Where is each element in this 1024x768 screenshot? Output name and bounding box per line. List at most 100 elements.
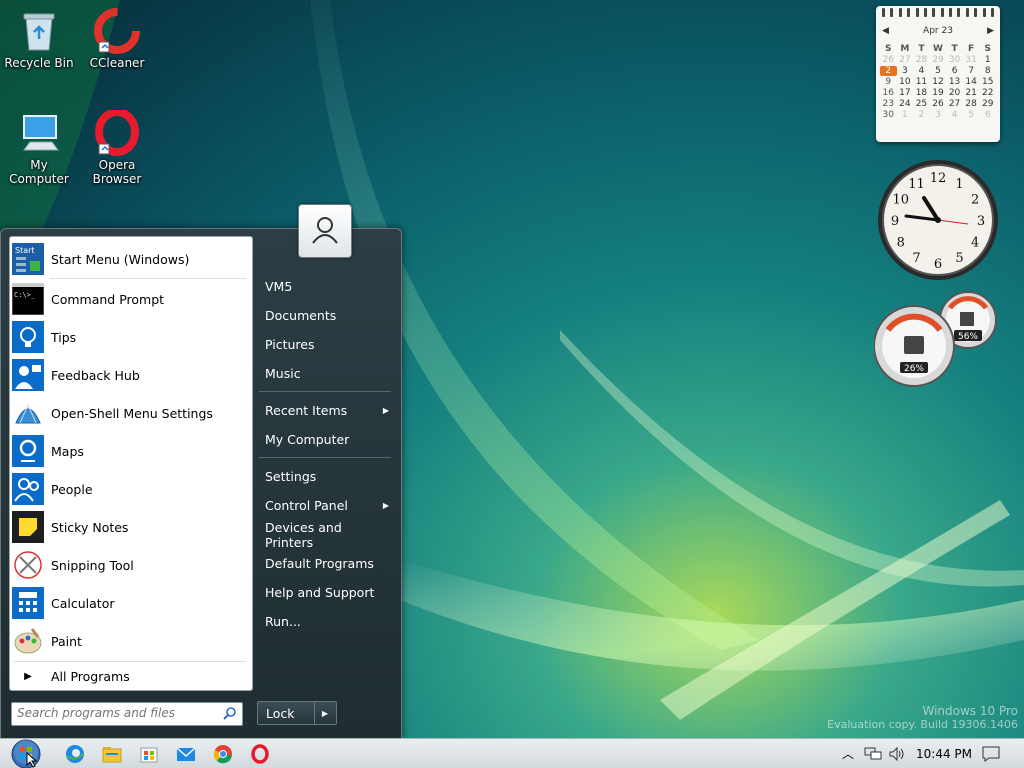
chrome-icon[interactable] — [213, 744, 233, 764]
volume-icon[interactable] — [888, 746, 906, 762]
calendar-day[interactable]: 27 — [897, 55, 914, 65]
show-hidden-icons-icon[interactable]: ︿ — [842, 745, 854, 762]
right-item-my-computer[interactable]: My Computer — [257, 426, 391, 453]
calendar-day[interactable]: 1 — [897, 110, 914, 120]
right-item-settings[interactable]: Settings — [257, 463, 391, 490]
calendar-day[interactable]: 7 — [963, 66, 980, 76]
calendar-day[interactable]: 30 — [946, 55, 963, 65]
calendar-gadget[interactable]: ◀ Apr 23 ▶ S M T W T F S 26 27 28 29 30 31 1 2 3 4 5 6 7 8 9 1… — [876, 6, 1000, 142]
expand-arrow-icon: ▶ — [24, 670, 32, 682]
right-item-recent-items[interactable]: Recent Items ▶ — [257, 397, 391, 424]
desktop-icon-opera[interactable]: Opera Browser — [78, 108, 156, 186]
file-explorer-icon[interactable] — [102, 744, 122, 764]
calendar-day[interactable]: 29 — [930, 55, 947, 65]
search-icon[interactable] — [223, 706, 237, 723]
right-item-devices-printers[interactable]: Devices and Printers — [257, 520, 391, 550]
clock-time[interactable]: 10:44 PM — [916, 747, 972, 761]
search-input[interactable] — [12, 703, 213, 723]
calendar-day[interactable]: 27 — [946, 99, 963, 109]
prev-month-icon[interactable]: ◀ — [882, 26, 889, 40]
right-item-control-panel[interactable]: Control Panel ▶ — [257, 492, 391, 519]
calendar-day[interactable]: 15 — [979, 77, 996, 87]
program-sticky-notes[interactable]: Sticky Notes — [12, 509, 248, 545]
edge-icon[interactable] — [65, 744, 85, 764]
program-tips[interactable]: Tips — [12, 319, 248, 355]
calendar-day[interactable]: 26 — [930, 99, 947, 109]
right-item-documents[interactable]: Documents — [257, 302, 391, 329]
next-month-icon[interactable]: ▶ — [987, 26, 994, 40]
calendar-day[interactable]: 14 — [963, 77, 980, 87]
program-open-shell-settings[interactable]: Open-Shell Menu Settings — [12, 395, 248, 431]
program-start-menu-windows[interactable]: Start Start Menu (Windows) — [12, 241, 248, 277]
clock-gadget[interactable]: 12 12 3 45678 9 1011 — [876, 158, 1000, 282]
recycle-bin-icon — [16, 8, 62, 54]
desktop-icon-recycle-bin[interactable]: Recycle Bin — [0, 8, 78, 70]
opera-icon[interactable] — [250, 744, 270, 764]
network-icon[interactable] — [864, 747, 882, 761]
calendar-day[interactable]: 4 — [946, 110, 963, 120]
desktop-icon-my-computer[interactable]: My Computer — [0, 110, 78, 186]
calendar-day[interactable]: 2 — [880, 66, 897, 76]
program-label: Open-Shell Menu Settings — [51, 405, 213, 421]
calendar-day[interactable]: 25 — [913, 99, 930, 109]
calendar-day[interactable]: 6 — [979, 110, 996, 120]
program-command-prompt[interactable]: C:\>_ Command Prompt — [11, 281, 248, 317]
search-box[interactable] — [11, 702, 243, 726]
calendar-day[interactable]: 3 — [897, 66, 914, 76]
mail-icon[interactable] — [176, 744, 196, 764]
program-maps[interactable]: Maps — [12, 433, 248, 469]
calendar-day[interactable]: 18 — [913, 88, 930, 98]
calendar-day[interactable]: 4 — [913, 66, 930, 76]
calendar-day[interactable]: 2 — [913, 110, 930, 120]
program-calculator[interactable]: Calculator — [12, 585, 248, 621]
snipping-tool-icon — [12, 549, 44, 581]
right-item-pictures[interactable]: Pictures — [257, 331, 391, 358]
calendar-day[interactable]: 3 — [930, 110, 947, 120]
calendar-day[interactable]: 21 — [963, 88, 980, 98]
calendar-day[interactable]: 12 — [930, 77, 947, 87]
calendar-day[interactable]: 28 — [913, 55, 930, 65]
right-item-user[interactable]: VM5 — [257, 273, 391, 300]
calendar-day[interactable]: 26 — [880, 55, 897, 65]
notifications-icon[interactable] — [982, 746, 1000, 762]
desktop-icon-ccleaner[interactable]: CCleaner — [78, 8, 156, 70]
calendar-day[interactable]: 23 — [880, 99, 897, 109]
all-programs-item[interactable]: ▶ All Programs — [12, 664, 248, 688]
calendar-day[interactable]: 10 — [897, 77, 914, 87]
lock-options-arrow-icon[interactable]: ▶ — [314, 702, 335, 724]
cpu-meter-gadget[interactable]: 56% 26% — [874, 290, 1002, 388]
calendar-day[interactable]: 29 — [979, 99, 996, 109]
calendar-day[interactable]: 31 — [963, 55, 980, 65]
calendar-day[interactable]: 1 — [979, 55, 996, 65]
store-icon[interactable] — [139, 744, 159, 764]
calendar-day[interactable]: 16 — [880, 88, 897, 98]
calendar-day[interactable]: 20 — [946, 88, 963, 98]
calendar-day[interactable]: 8 — [979, 66, 996, 76]
calendar-day[interactable]: 19 — [930, 88, 947, 98]
program-snipping-tool[interactable]: Snipping Tool — [12, 547, 248, 583]
calendar-day[interactable]: 11 — [913, 77, 930, 87]
calendar-day[interactable]: 13 — [946, 77, 963, 87]
calendar-weekday: M — [900, 44, 910, 54]
calendar-day[interactable]: 6 — [946, 66, 963, 76]
lock-button[interactable]: Lock ▶ — [257, 701, 337, 725]
right-item-default-programs[interactable]: Default Programs — [257, 550, 391, 577]
right-item-help-support[interactable]: Help and Support — [257, 579, 391, 606]
calendar-day[interactable]: 30 — [880, 110, 897, 120]
right-item-label: Help and Support — [265, 585, 375, 600]
program-paint[interactable]: Paint — [12, 623, 248, 659]
calendar-day[interactable]: 17 — [897, 88, 914, 98]
program-people[interactable]: People — [12, 471, 248, 507]
program-feedback-hub[interactable]: Feedback Hub — [12, 357, 248, 393]
calendar-day[interactable]: 5 — [963, 110, 980, 120]
right-item-label: Control Panel — [265, 498, 348, 513]
right-item-music[interactable]: Music — [257, 360, 391, 387]
calendar-day[interactable]: 22 — [979, 88, 996, 98]
calendar-day[interactable]: 28 — [963, 99, 980, 109]
right-item-run[interactable]: Run... — [257, 608, 391, 635]
calendar-day[interactable]: 9 — [880, 77, 897, 87]
calendar-day[interactable]: 5 — [930, 66, 947, 76]
user-picture[interactable] — [298, 204, 352, 258]
calendar-day[interactable]: 24 — [897, 99, 914, 109]
svg-text:Start: Start — [15, 246, 35, 255]
